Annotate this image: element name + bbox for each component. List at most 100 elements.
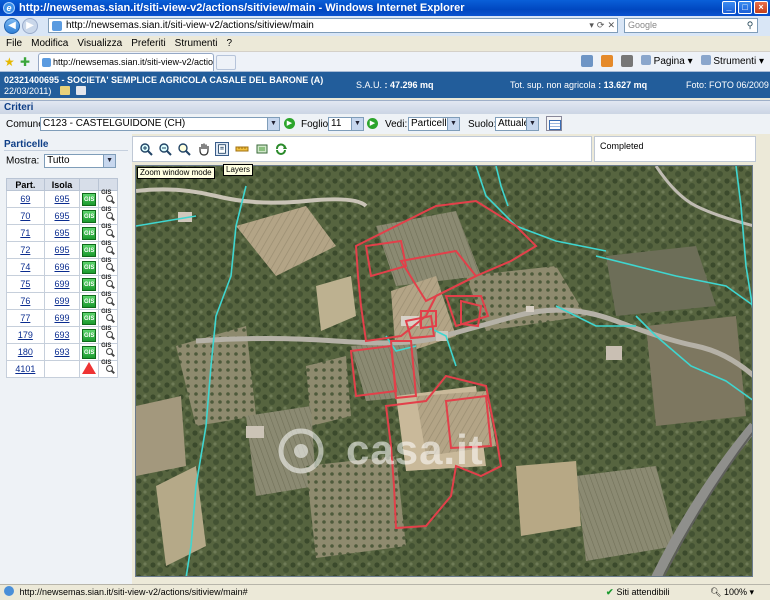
isola-cell[interactable]: 699 [43, 275, 81, 293]
home-icon[interactable] [580, 55, 593, 67]
isola-link[interactable]: 696 [54, 262, 69, 272]
gis-zoom-icon[interactable]: GIS [101, 292, 116, 307]
gis-button[interactable]: GIS [82, 294, 97, 308]
zoom-level[interactable]: 🔍︎ 100% ▾ [710, 585, 754, 600]
table-view-button[interactable] [546, 116, 562, 131]
gis-zoom-icon[interactable]: GIS [101, 258, 116, 273]
menu-modifica[interactable]: Modifica [31, 38, 68, 49]
suolo-select[interactable]: Attuale ▼ [495, 117, 539, 131]
gis-zoom-icon[interactable]: GIS [101, 207, 116, 222]
gis-button[interactable]: GIS [82, 345, 97, 359]
pagina-menu[interactable]: Pagina ▾ [640, 55, 693, 67]
isola-link[interactable]: 695 [54, 228, 69, 238]
layers-icon[interactable] [255, 142, 269, 156]
gis-zoom-icon[interactable]: GIS [101, 275, 116, 290]
table-row[interactable]: 180 693 GIS GIS [6, 343, 118, 361]
isola-cell[interactable]: 695 [43, 190, 81, 208]
measure-ruler-icon[interactable] [235, 142, 249, 156]
gis-button[interactable]: GIS [82, 209, 97, 223]
print-icon[interactable] [620, 55, 633, 67]
folder-icon[interactable] [60, 86, 70, 95]
gis-button[interactable]: GIS [82, 243, 97, 257]
part-cell[interactable]: 75 [6, 275, 45, 293]
gis-button[interactable]: GIS [82, 328, 97, 342]
table-row[interactable]: 179 693 GIS GIS [6, 326, 118, 344]
isola-link[interactable]: 693 [54, 330, 69, 340]
table-row[interactable]: 74 696 GIS GIS [6, 258, 118, 276]
menu-visualizza[interactable]: Visualizza [77, 38, 122, 49]
part-link[interactable]: 69 [20, 194, 30, 204]
foglio-go-button[interactable]: ▶ [367, 118, 378, 129]
zoom-extent-icon[interactable] [177, 142, 191, 156]
part-link[interactable]: 72 [20, 245, 30, 255]
part-link[interactable]: 4101 [15, 364, 35, 374]
part-link[interactable]: 70 [20, 211, 30, 221]
mostra-select[interactable]: Tutto ▼ [44, 154, 117, 168]
part-link[interactable]: 180 [18, 347, 33, 357]
part-cell[interactable]: 76 [6, 292, 45, 310]
isola-cell[interactable]: 695 [43, 241, 81, 259]
isola-cell[interactable]: 695 [43, 224, 81, 242]
part-cell[interactable]: 70 [6, 207, 45, 225]
part-link[interactable]: 74 [20, 262, 30, 272]
table-row[interactable]: 70 695 GIS GIS [6, 207, 118, 225]
comune-select[interactable]: C123 - CASTELGUIDONE (CH) ▼ [40, 117, 280, 131]
isola-cell[interactable]: 699 [43, 309, 81, 327]
table-row[interactable]: 4101 GIS [6, 360, 118, 378]
part-cell[interactable]: 77 [6, 309, 45, 327]
gis-button[interactable]: GIS [82, 226, 97, 240]
part-cell[interactable]: 72 [6, 241, 45, 259]
part-link[interactable]: 77 [20, 313, 30, 323]
add-favorite-icon[interactable]: ✚ [20, 56, 32, 68]
address-bar[interactable]: http://newsemas.sian.it/siti-view-v2/act… [48, 18, 618, 33]
part-cell[interactable]: 71 [6, 224, 45, 242]
stop-icon[interactable]: ✕ [607, 20, 615, 31]
new-tab-button[interactable] [216, 55, 236, 70]
pan-hand-icon[interactable] [197, 142, 211, 156]
part-cell[interactable]: 4101 [6, 360, 45, 378]
table-row[interactable]: 71 695 GIS GIS [6, 224, 118, 242]
menu-strumenti[interactable]: Strumenti [175, 38, 218, 49]
part-link[interactable]: 71 [20, 228, 30, 238]
isola-link[interactable]: 699 [54, 279, 69, 289]
part-cell[interactable]: 180 [6, 343, 45, 361]
isola-cell[interactable]: 693 [43, 326, 81, 344]
isola-link[interactable]: 693 [54, 347, 69, 357]
isola-link[interactable]: 695 [54, 245, 69, 255]
gis-zoom-icon[interactable]: GIS [101, 309, 116, 324]
gis-button[interactable]: GIS [82, 311, 97, 325]
gis-zoom-icon[interactable]: GIS [101, 241, 116, 256]
table-row[interactable]: 75 699 GIS GIS [6, 275, 118, 293]
gis-zoom-icon[interactable]: GIS [101, 190, 116, 205]
favorites-star-icon[interactable]: ★ [4, 56, 16, 68]
gis-button[interactable]: GIS [82, 260, 97, 274]
strumenti-menu[interactable]: Strumenti ▾ [700, 55, 764, 67]
part-link[interactable]: 179 [18, 330, 33, 340]
part-link[interactable]: 76 [20, 296, 30, 306]
gis-zoom-icon[interactable]: GIS [101, 326, 116, 341]
part-cell[interactable]: 69 [6, 190, 45, 208]
map-canvas[interactable]: casa.it [135, 165, 753, 577]
maximize-button[interactable]: □ [738, 1, 752, 14]
isola-link[interactable]: 699 [54, 296, 69, 306]
address-dropdown-icon[interactable]: ▾ [589, 20, 594, 31]
minimize-button[interactable]: _ [722, 1, 736, 14]
isola-cell[interactable]: 693 [43, 343, 81, 361]
table-row[interactable]: 69 695 GIS GIS [6, 190, 118, 208]
zoom-window-icon[interactable] [215, 142, 229, 156]
search-input[interactable]: Google ⚲ [624, 18, 758, 33]
refresh-map-icon[interactable] [274, 142, 288, 156]
vedi-select[interactable]: Particelle ▼ [408, 117, 460, 131]
browser-tab[interactable]: http://newsemas.sian.it/siti-view-v2/act… [38, 53, 214, 71]
gis-zoom-icon[interactable]: GIS [101, 224, 116, 239]
menu-help[interactable]: ? [226, 38, 232, 49]
menu-file[interactable]: File [6, 38, 22, 49]
zoom-out-icon[interactable] [158, 142, 172, 156]
comune-go-button[interactable]: ▶ [284, 118, 295, 129]
foglio-select[interactable]: 11 ▼ [328, 117, 364, 131]
isola-link[interactable]: 695 [54, 194, 69, 204]
table-row[interactable]: 77 699 GIS GIS [6, 309, 118, 327]
part-cell[interactable]: 179 [6, 326, 45, 344]
part-link[interactable]: 75 [20, 279, 30, 289]
back-button[interactable]: ◀ [4, 18, 20, 34]
